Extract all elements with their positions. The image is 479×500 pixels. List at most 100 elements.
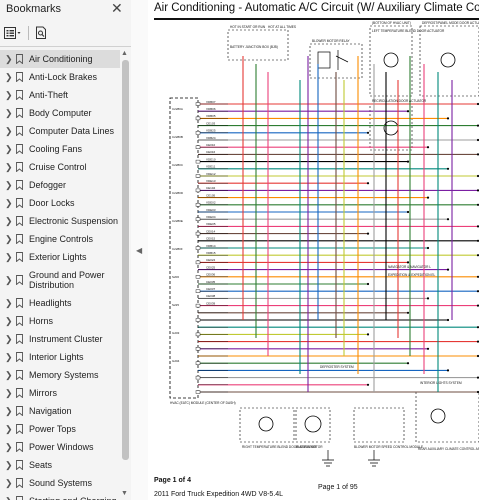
- circuit-id: VDE12: [206, 172, 216, 176]
- bookmark-label: Headlights: [29, 298, 72, 308]
- bookmark-item[interactable]: ❯ Navigation: [0, 402, 120, 420]
- connector-pin: [195, 203, 201, 207]
- bookmarks-title: Bookmarks: [6, 3, 62, 15]
- list-options-icon: [4, 27, 21, 39]
- bookmark-item[interactable]: ❯ Cruise Control: [0, 158, 120, 176]
- chevron-right-icon[interactable]: ❯: [5, 162, 13, 173]
- bookmark-item[interactable]: ❯ Headlights: [0, 294, 120, 312]
- bookmark-item[interactable]: ❯ Defogger: [0, 176, 120, 194]
- chevron-right-icon[interactable]: ❯: [5, 442, 13, 453]
- bookmark-item[interactable]: ❯ Computer Data Lines: [0, 122, 120, 140]
- chevron-right-icon[interactable]: ❯: [5, 478, 13, 489]
- bookmark-item[interactable]: ❯ Exterior Lights: [0, 248, 120, 266]
- chevron-right-icon[interactable]: ❯: [5, 126, 13, 137]
- connector-pin: [195, 303, 201, 308]
- bookmark-icon: [16, 126, 23, 136]
- chevron-right-icon[interactable]: ❯: [5, 496, 13, 500]
- chevron-right-icon[interactable]: ❯: [5, 334, 13, 345]
- bookmark-item[interactable]: ❯ Memory Systems: [0, 366, 120, 384]
- circuit-id: CE104: [206, 186, 216, 190]
- scroll-down-icon[interactable]: ▼: [121, 490, 128, 497]
- bookmark-item[interactable]: ❯ Door Locks: [0, 194, 120, 212]
- bookmark-item[interactable]: ❯ Electronic Suspension: [0, 212, 120, 230]
- bookmark-item[interactable]: ❯ Instrument Cluster: [0, 330, 120, 348]
- connector-pin: [195, 390, 201, 394]
- connector-pin: [195, 188, 201, 193]
- bookmark-item[interactable]: ❯ Body Computer: [0, 104, 120, 122]
- bookmark-item[interactable]: ❯ Power Windows: [0, 438, 120, 456]
- circuit-id: VDE11: [206, 165, 216, 169]
- chevron-right-icon[interactable]: ❯: [5, 216, 13, 227]
- options-menu-button[interactable]: [4, 25, 22, 41]
- scroll-up-icon[interactable]: ▲: [121, 50, 128, 57]
- bookmark-label: Cooling Fans: [29, 144, 83, 154]
- bookmark-label: Power Tops: [29, 424, 76, 434]
- component-label: LEFT TEMPERATURE BLEND DOOR ACTUATOR: [372, 29, 445, 33]
- chevron-right-icon[interactable]: ❯: [5, 234, 13, 245]
- connector-id: C2280B: [172, 135, 183, 139]
- bookmark-item[interactable]: ❯ Engine Controls: [0, 230, 120, 248]
- chevron-right-icon[interactable]: ❯: [5, 460, 13, 471]
- bookmark-label: Navigation: [29, 406, 72, 416]
- bookmarks-scrollbar[interactable]: ▲ ▼: [120, 50, 130, 500]
- circuit-id: VDE05: [206, 222, 216, 226]
- chevron-right-icon[interactable]: ❯: [5, 424, 13, 435]
- connector-pin: [195, 260, 201, 265]
- bookmark-item[interactable]: ❯ Anti-Theft: [0, 86, 120, 104]
- chevron-right-icon[interactable]: ❯: [5, 90, 13, 101]
- chevron-right-icon[interactable]: ❯: [5, 252, 13, 263]
- chevron-right-icon[interactable]: ❯: [5, 198, 13, 209]
- component-label: DEFROST/PANEL MODE DOOR ACTUATOR: [422, 21, 479, 25]
- bookmark-icon: [16, 388, 23, 398]
- connector-pin: [195, 102, 201, 106]
- panel-splitter[interactable]: ◀: [131, 0, 149, 500]
- component-label: DEFROSTER SYSTEM: [320, 365, 354, 369]
- bookmark-item[interactable]: ❯ Ground and Power Distribution: [0, 266, 120, 294]
- page-indicator: Page 1 of 4: [154, 477, 191, 484]
- chevron-right-icon[interactable]: ❯: [5, 72, 13, 83]
- rear-aux-control-box: [415, 391, 479, 443]
- bookmark-icon: [16, 442, 23, 452]
- find-bookmark-button[interactable]: [35, 25, 48, 41]
- bookmark-item[interactable]: ❯ Mirrors: [0, 384, 120, 402]
- bookmark-item[interactable]: ❯ Power Tops: [0, 420, 120, 438]
- chevron-right-icon[interactable]: ❯: [5, 406, 13, 417]
- bookmark-label: Memory Systems: [29, 370, 99, 380]
- bookmark-item[interactable]: ❯ Interior Lights: [0, 348, 120, 366]
- collapse-panel-icon[interactable]: ◀: [136, 246, 142, 255]
- connector-id: C2280C: [172, 163, 184, 167]
- bookmark-item[interactable]: ❯ Sound Systems: [0, 474, 120, 492]
- component-label: BLOWER MOTOR: [296, 445, 323, 449]
- bookmark-item[interactable]: ❯ Starting and Charging: [0, 492, 120, 500]
- circuit-id: CE015: [206, 237, 216, 241]
- close-icon[interactable]: ✕: [111, 0, 123, 17]
- bookmark-item[interactable]: ❯ Horns: [0, 312, 120, 330]
- bookmark-label: Interior Lights: [29, 352, 84, 362]
- chevron-right-icon[interactable]: ❯: [5, 180, 13, 191]
- bookmark-icon: [16, 370, 23, 380]
- chevron-right-icon[interactable]: ❯: [5, 370, 13, 381]
- chevron-right-icon[interactable]: ❯: [5, 108, 13, 119]
- chevron-right-icon[interactable]: ❯: [5, 388, 13, 399]
- chevron-right-icon[interactable]: ❯: [5, 298, 13, 309]
- bookmark-icon: [16, 144, 23, 154]
- chevron-right-icon[interactable]: ❯: [5, 144, 13, 155]
- chevron-right-icon[interactable]: ❯: [5, 352, 13, 363]
- chevron-right-icon[interactable]: ❯: [5, 275, 13, 286]
- bookmark-item[interactable]: ❯ Cooling Fans: [0, 140, 120, 158]
- bookmark-icon: [16, 424, 23, 434]
- chevron-right-icon[interactable]: ❯: [5, 316, 13, 327]
- diagram-title: Air Conditioning - Automatic A/C Circuit…: [154, 2, 479, 14]
- bookmark-icon: [16, 352, 23, 362]
- splice-dot: [426, 347, 430, 350]
- bookmark-item[interactable]: ❯ Anti-Lock Brakes: [0, 68, 120, 86]
- bookmark-item[interactable]: ❯ Air Conditioning: [0, 50, 120, 68]
- chevron-right-icon[interactable]: ❯: [5, 54, 13, 65]
- bookmark-item[interactable]: ❯ Seats: [0, 456, 120, 474]
- connector-pin: [195, 131, 201, 135]
- scrollbar-thumb[interactable]: [122, 60, 129, 460]
- blower-motor-box: [295, 407, 331, 443]
- circuit-id: CE025: [206, 265, 216, 269]
- circuit-id: CE014: [206, 229, 216, 233]
- bookmark-label: Electronic Suspension: [29, 216, 119, 226]
